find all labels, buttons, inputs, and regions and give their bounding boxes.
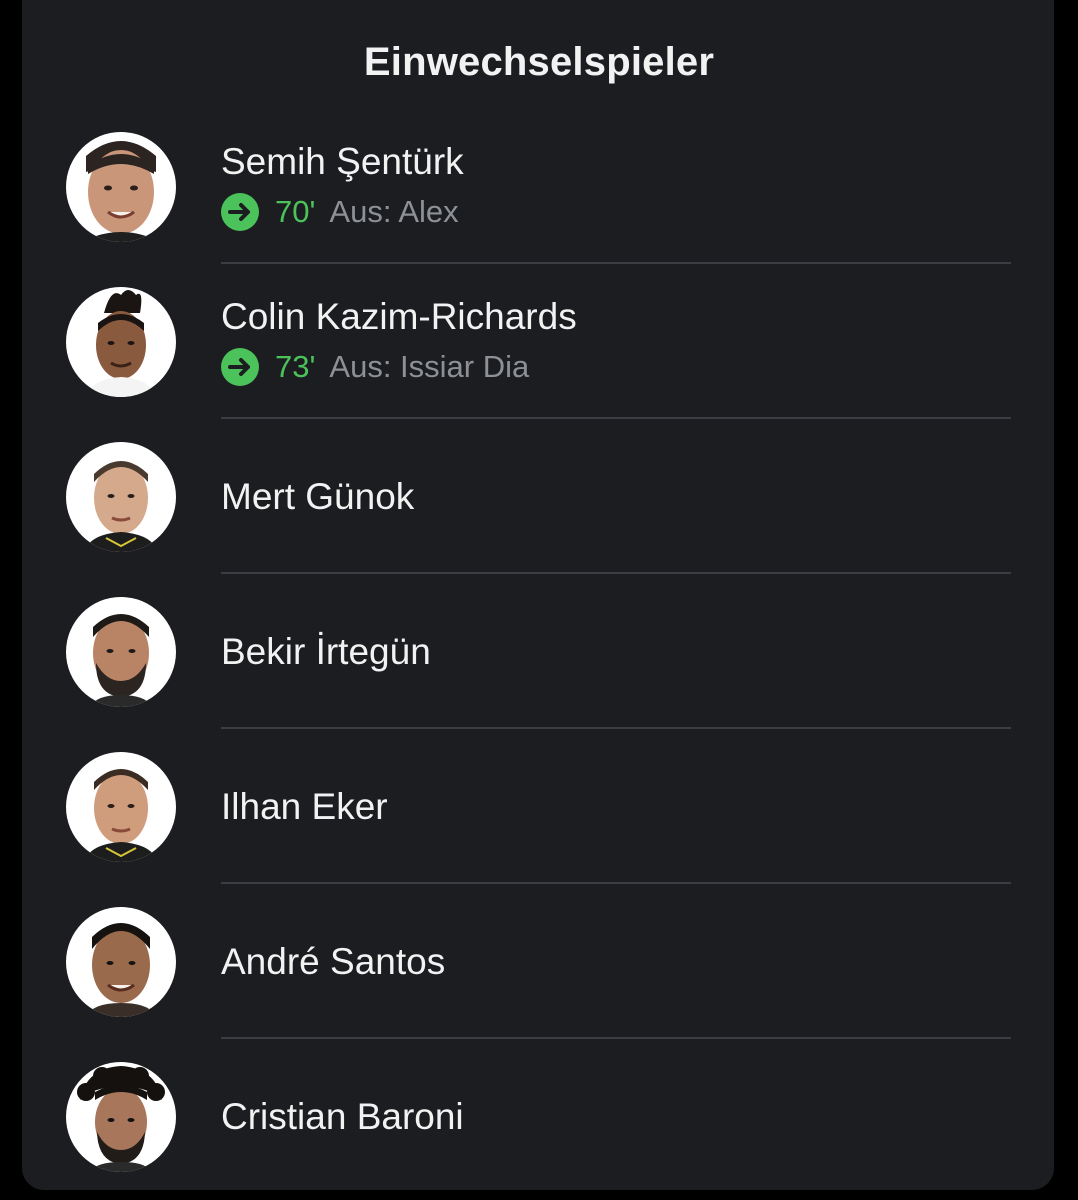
row-divider xyxy=(221,572,1011,574)
player-name: Mert Günok xyxy=(221,476,415,517)
player-row[interactable]: Ilhan Eker xyxy=(0,730,1078,885)
row-divider xyxy=(221,727,1011,729)
substitution-minute: 73' xyxy=(275,349,316,384)
player-row[interactable]: Cristian Baroni xyxy=(0,1040,1078,1195)
player-row[interactable]: Bekir İrtegün xyxy=(0,575,1078,730)
player-name: Ilhan Eker xyxy=(221,786,388,827)
row-divider xyxy=(221,1037,1011,1039)
substituted-out-player: Aus: Issiar Dia xyxy=(329,349,530,384)
player-name: Semih Şentürk xyxy=(221,141,464,182)
substitution-minute: 70' xyxy=(275,194,316,229)
player-name: Cristian Baroni xyxy=(221,1096,464,1137)
player-photo xyxy=(66,132,176,242)
player-photo xyxy=(66,752,176,862)
row-divider xyxy=(221,882,1011,884)
player-row[interactable]: Semih Şentürk 70' Aus: Alex xyxy=(0,110,1078,265)
player-photo xyxy=(66,907,176,1017)
row-divider xyxy=(221,417,1011,419)
player-row[interactable]: Colin Kazim-Richards 73' Aus: Issiar Dia xyxy=(0,265,1078,420)
player-name: André Santos xyxy=(221,941,446,982)
substituted-out-player: Aus: Alex xyxy=(329,194,459,229)
player-name: Colin Kazim-Richards xyxy=(221,296,577,337)
row-divider xyxy=(221,262,1011,264)
player-photo xyxy=(66,442,176,552)
arrow-right-circle-icon xyxy=(221,348,259,386)
player-photo xyxy=(66,1062,176,1172)
substitution-info: 70' Aus: Alex xyxy=(221,193,459,231)
player-photo xyxy=(66,597,176,707)
arrow-right-circle-icon xyxy=(221,193,259,231)
substitution-info: 73' Aus: Issiar Dia xyxy=(221,348,529,386)
player-row[interactable]: André Santos xyxy=(0,885,1078,1040)
section-title: Einwechselspieler xyxy=(363,40,715,84)
player-row[interactable]: Mert Günok xyxy=(0,420,1078,575)
player-photo xyxy=(66,287,176,397)
player-name: Bekir İrtegün xyxy=(221,631,431,672)
